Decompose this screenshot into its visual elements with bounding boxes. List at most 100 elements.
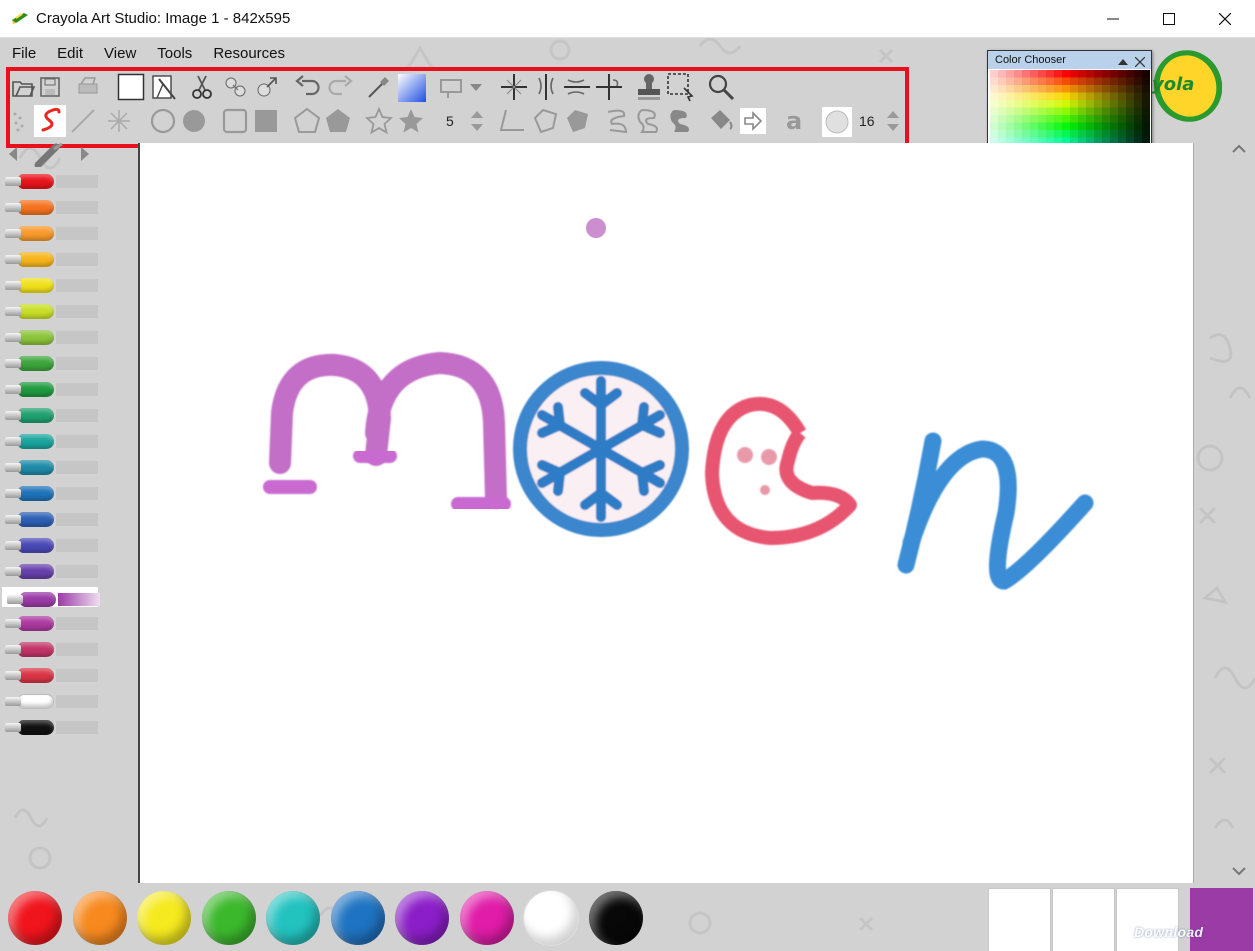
crayon-16[interactable] — [2, 561, 98, 581]
color-cell[interactable] — [1142, 107, 1150, 116]
crayon-shade-swatch[interactable] — [58, 593, 100, 606]
color-cell[interactable] — [1030, 130, 1038, 138]
color-cell[interactable] — [1038, 92, 1046, 101]
palette-swatch-4[interactable] — [201, 891, 256, 945]
color-cell[interactable] — [1102, 107, 1110, 116]
crayon-shade-swatch[interactable] — [56, 565, 98, 578]
color-cell[interactable] — [990, 92, 998, 101]
color-cell[interactable] — [1118, 70, 1126, 78]
color-cell[interactable] — [1030, 100, 1038, 108]
color-cell[interactable] — [1094, 85, 1102, 93]
color-cell[interactable] — [990, 85, 998, 93]
color-cell[interactable] — [1086, 85, 1094, 93]
crayon-shade-swatch[interactable] — [56, 253, 98, 266]
color-cell[interactable] — [1134, 115, 1142, 123]
color-cell[interactable] — [1134, 70, 1142, 78]
color-cell[interactable] — [1014, 70, 1022, 78]
color-cell[interactable] — [990, 70, 998, 78]
color-cell[interactable] — [1006, 85, 1014, 93]
color-cell[interactable] — [1030, 70, 1038, 78]
crayon-18[interactable] — [2, 613, 98, 633]
crayon-21[interactable] — [2, 691, 98, 711]
scroll-down-icon[interactable] — [1232, 864, 1246, 882]
color-cell[interactable] — [1118, 85, 1126, 93]
color-cell[interactable] — [1102, 130, 1110, 138]
color-cell[interactable] — [1054, 107, 1062, 116]
color-cell[interactable] — [1102, 122, 1110, 131]
crayon-13[interactable] — [2, 483, 98, 503]
color-cell[interactable] — [1102, 85, 1110, 93]
crayon-12[interactable] — [2, 457, 98, 477]
color-cell[interactable] — [1030, 85, 1038, 93]
color-cell[interactable] — [990, 130, 998, 138]
recent-color-slot-2[interactable] — [1052, 888, 1115, 951]
color-cell[interactable] — [1062, 122, 1070, 131]
maximize-button[interactable] — [1141, 0, 1197, 38]
color-cell[interactable] — [1022, 70, 1030, 78]
color-cell[interactable] — [1014, 130, 1022, 138]
close-button[interactable] — [1197, 0, 1253, 38]
color-cell[interactable] — [990, 77, 998, 86]
color-cell[interactable] — [1022, 107, 1030, 116]
color-cell[interactable] — [1046, 122, 1054, 131]
color-cell[interactable] — [1062, 85, 1070, 93]
color-cell[interactable] — [1126, 122, 1134, 131]
color-cell[interactable] — [1110, 115, 1118, 123]
color-cell[interactable] — [1062, 130, 1070, 138]
color-cell[interactable] — [998, 77, 1006, 86]
color-cell[interactable] — [1110, 130, 1118, 138]
color-cell[interactable] — [990, 122, 998, 131]
color-cell[interactable] — [1070, 85, 1078, 93]
scroll-up-icon[interactable] — [1232, 142, 1246, 160]
color-cell[interactable] — [1038, 107, 1046, 116]
color-cell[interactable] — [1070, 92, 1078, 101]
color-cell[interactable] — [1078, 92, 1086, 101]
color-cell[interactable] — [1046, 100, 1054, 108]
color-cell[interactable] — [1086, 107, 1094, 116]
color-cell[interactable] — [1030, 107, 1038, 116]
color-cell[interactable] — [1078, 107, 1086, 116]
color-cell[interactable] — [1134, 122, 1142, 131]
color-cell[interactable] — [1094, 122, 1102, 131]
color-cell[interactable] — [1142, 70, 1150, 78]
color-cell[interactable] — [1094, 70, 1102, 78]
color-cell[interactable] — [1014, 77, 1022, 86]
color-cell[interactable] — [1078, 115, 1086, 123]
color-cell[interactable] — [1110, 107, 1118, 116]
color-cell[interactable] — [1126, 92, 1134, 101]
color-cell[interactable] — [998, 100, 1006, 108]
color-cell[interactable] — [1086, 70, 1094, 78]
crayon-10[interactable] — [2, 405, 98, 425]
color-cell[interactable] — [1046, 70, 1054, 78]
crayon-22[interactable] — [2, 717, 98, 737]
color-cell[interactable] — [998, 70, 1006, 78]
color-cell[interactable] — [1126, 70, 1134, 78]
crayon-shade-swatch[interactable] — [56, 201, 98, 214]
color-cell[interactable] — [1014, 107, 1022, 116]
color-cell[interactable] — [1038, 130, 1046, 138]
drawing-canvas[interactable] — [138, 143, 1194, 883]
color-cell[interactable] — [998, 92, 1006, 101]
crayon-shade-swatch[interactable] — [56, 487, 98, 500]
color-cell[interactable] — [1054, 115, 1062, 123]
crayon-17[interactable] — [2, 587, 100, 607]
color-cell[interactable] — [1078, 77, 1086, 86]
color-cell[interactable] — [1062, 100, 1070, 108]
color-cell[interactable] — [1126, 77, 1134, 86]
color-cell[interactable] — [1094, 77, 1102, 86]
color-cell[interactable] — [1086, 115, 1094, 123]
palette-swatch-9[interactable] — [524, 891, 578, 945]
color-cell[interactable] — [1006, 130, 1014, 138]
color-cell[interactable] — [1030, 92, 1038, 101]
color-cell[interactable] — [1046, 77, 1054, 86]
crayon-shade-swatch[interactable] — [56, 357, 98, 370]
color-cell[interactable] — [1094, 130, 1102, 138]
color-cell[interactable] — [1054, 85, 1062, 93]
menu-resources[interactable]: Resources — [213, 42, 285, 66]
color-cell[interactable] — [1054, 70, 1062, 78]
palette-swatch-3[interactable] — [137, 891, 191, 945]
color-cell[interactable] — [1062, 107, 1070, 116]
color-cell[interactable] — [1142, 130, 1150, 138]
color-cell[interactable] — [1078, 100, 1086, 108]
color-cell[interactable] — [1014, 100, 1022, 108]
